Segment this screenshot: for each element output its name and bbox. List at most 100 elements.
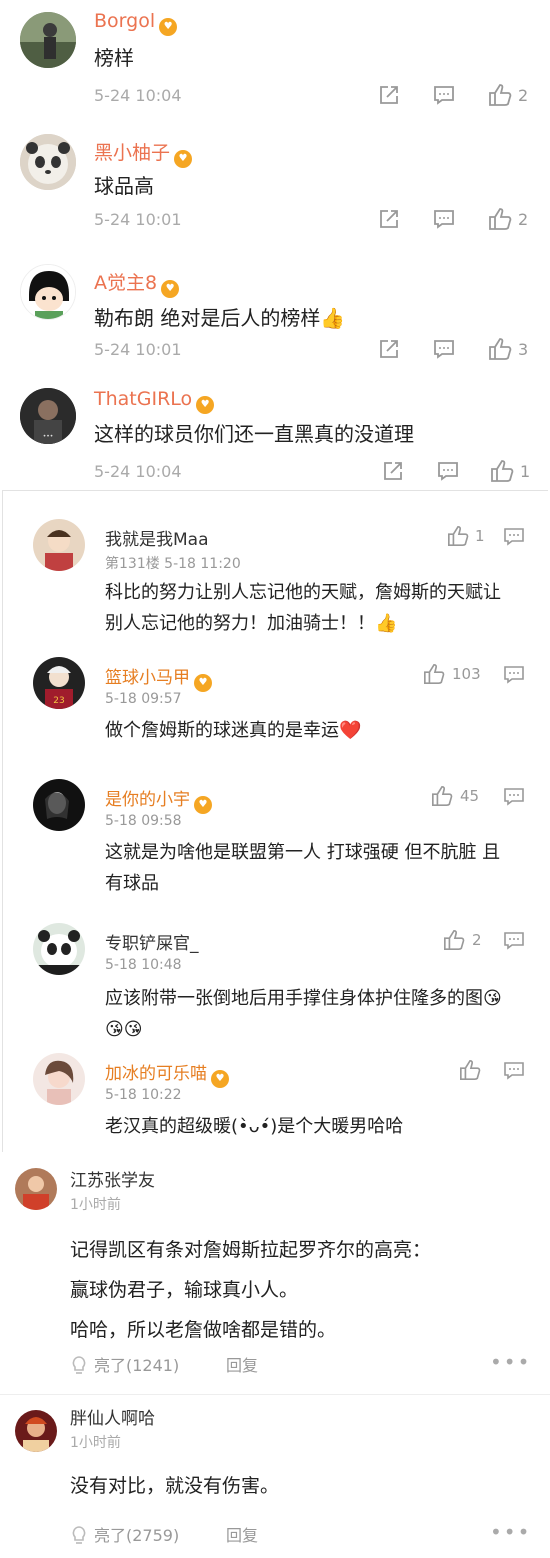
comment-text: 榜样 <box>94 46 134 70</box>
hupu-comment: 胖仙人啊哈 1小时前 没有对比，就没有伤害。 亮了(2759) 回复 ••• <box>0 1398 550 1558</box>
post-time: 1小时前 <box>70 1197 121 1213</box>
weibo-comments-section: Borgol ♥ 榜样 5-24 10:04 2 黑小柚子 ♥ 球品高 5-24 1… <box>0 0 550 490</box>
comment-text: 应该附带一张倒地后用手撑住身体护住隆多的图😘😘😘 <box>105 988 502 1040</box>
avatar[interactable] <box>33 779 85 831</box>
username[interactable]: ThatGIRLo ♥ <box>94 388 215 414</box>
username[interactable]: 胖仙人啊哈 <box>70 1404 155 1429</box>
vip-crown-icon: ♥ <box>159 18 178 36</box>
username[interactable]: 是你的小宇 ♥ <box>105 785 212 814</box>
comment-time: 5-24 10:01 <box>94 210 182 229</box>
svg-text:23: 23 <box>53 696 64 706</box>
comment-time: 5-24 10:04 <box>94 86 182 105</box>
divider <box>0 1394 550 1395</box>
like-icon[interactable] <box>488 207 512 231</box>
share-icon[interactable] <box>378 338 400 360</box>
comment-text: 记得凯区有条对詹姆斯拉起罗齐尔的高亮： 赢球伪君子，输球真小人。 哈哈，所以老詹… <box>70 1230 530 1350</box>
comment-icon[interactable] <box>433 208 455 230</box>
username[interactable]: 江苏张学友 <box>70 1166 155 1191</box>
vip-crown-icon: ♥ <box>196 396 215 414</box>
reply-icon[interactable] <box>503 527 525 547</box>
username[interactable]: Borgol ♥ <box>94 10 178 36</box>
tieba-comment: 是你的小宇 ♥ 5-18 09:58 这就是为啥他是联盟第一人 打球强硬 但不肮脏… <box>3 773 549 923</box>
comment-icon[interactable] <box>433 338 455 360</box>
share-icon[interactable] <box>378 84 400 106</box>
avatar[interactable] <box>15 1168 57 1210</box>
username[interactable]: 加冰的可乐喵 ♥ <box>105 1059 229 1088</box>
like-icon[interactable] <box>488 83 512 107</box>
hupu-comment: 江苏张学友 1小时前 记得凯区有条对詹姆斯拉起罗齐尔的高亮： 赢球伪君子，输球真… <box>0 1152 550 1392</box>
svg-text:•••: ••• <box>43 433 54 440</box>
comment-line: 哈哈，所以老詹做啥都是错的。 <box>70 1319 337 1341</box>
username[interactable]: 黑小柚子 ♥ <box>94 138 193 168</box>
comment-line: 赢球伪君子，输球真小人。 <box>70 1279 299 1301</box>
like-icon[interactable] <box>423 663 445 685</box>
comment-line: 记得凯区有条对詹姆斯拉起罗齐尔的高亮： <box>70 1239 432 1261</box>
tieba-comment: 专职铲屎官_ 5-18 10:48 应该附带一张倒地后用手撑住身体护住隆多的图😘… <box>3 919 549 1047</box>
reply-button[interactable]: 回复 <box>226 1352 258 1376</box>
username[interactable]: 篮球小马甲 ♥ <box>105 663 212 692</box>
like-count: 2 <box>472 931 482 949</box>
avatar[interactable] <box>15 1410 57 1452</box>
weibo-comment: 黑小柚子 ♥ 球品高 5-24 10:01 2 <box>0 122 550 244</box>
weibo-comment: A觉主8 ♥ 勒布朗 绝对是后人的榜样👍 5-24 10:01 3 <box>0 244 550 370</box>
light-button[interactable]: 亮了(1241) <box>70 1352 179 1376</box>
reply-icon[interactable] <box>503 665 525 685</box>
comment-text: 没有对比，就没有伤害。 <box>70 1466 530 1506</box>
avatar[interactable] <box>20 12 76 68</box>
comment-icon[interactable] <box>433 84 455 106</box>
post-time: 1小时前 <box>70 1435 121 1451</box>
avatar[interactable] <box>20 134 76 190</box>
share-icon[interactable] <box>382 460 404 482</box>
like-icon[interactable] <box>490 459 514 483</box>
vip-crown-icon: ♥ <box>211 1070 229 1088</box>
like-icon[interactable] <box>488 337 512 361</box>
comment-icon[interactable] <box>437 460 459 482</box>
post-time: 5-18 10:48 <box>105 957 182 973</box>
comment-line: 没有对比，就没有伤害。 <box>70 1475 280 1497</box>
vip-crown-icon: ♥ <box>161 280 180 298</box>
like-count: 1 <box>475 527 485 545</box>
like-count: 103 <box>452 665 481 683</box>
like-icon[interactable] <box>447 525 469 547</box>
username[interactable]: A觉主8 ♥ <box>94 268 180 298</box>
comment-text: 老汉真的超级暖(•̀ᴗ•́)是个大暖男哈哈 <box>105 1116 404 1137</box>
reply-icon[interactable] <box>503 931 525 951</box>
like-icon[interactable] <box>443 929 465 951</box>
like-count: 2 <box>518 210 529 229</box>
reply-icon[interactable] <box>503 1061 525 1081</box>
vip-crown-icon: ♥ <box>194 796 212 814</box>
vip-crown-icon: ♥ <box>194 674 212 692</box>
post-time: 5-18 09:58 <box>105 813 182 829</box>
avatar[interactable]: ••• <box>20 388 76 444</box>
username[interactable]: 专职铲屎官_ <box>105 929 199 954</box>
like-count: 2 <box>518 86 529 105</box>
lightbulb-icon <box>72 1356 86 1374</box>
comment-text: 这就是为啥他是联盟第一人 打球强硬 但不肮脏 且有球品 <box>105 842 501 894</box>
comment-text: 科比的努力让别人忘记他的天赋，詹姆斯的天赋让别人忘记他的努力！加油骑士！！👍 <box>105 582 501 634</box>
avatar[interactable] <box>20 264 76 320</box>
tieba-comment: 23 篮球小马甲 ♥ 5-18 09:57 做个詹姆斯的球迷真的是幸运❤️ 103 <box>3 651 549 771</box>
tieba-comments-section: 我就是我Maa 第131楼 5-18 11:20 科比的努力让别人忘记他的天赋，… <box>2 490 548 1152</box>
reply-button[interactable]: 回复 <box>226 1522 258 1546</box>
share-icon[interactable] <box>378 208 400 230</box>
avatar[interactable] <box>33 1053 85 1105</box>
post-time: 5-18 09:57 <box>105 691 182 707</box>
avatar[interactable] <box>33 923 85 975</box>
reply-icon[interactable] <box>503 787 525 807</box>
hupu-comments-section: 江苏张学友 1小时前 记得凯区有条对詹姆斯拉起罗齐尔的高亮： 赢球伪君子，输球真… <box>0 1152 550 1558</box>
comment-time: 5-24 10:01 <box>94 340 182 359</box>
avatar[interactable]: 23 <box>33 657 85 709</box>
like-count: 3 <box>518 340 529 359</box>
avatar[interactable] <box>33 519 85 571</box>
more-options-icon[interactable]: ••• <box>490 1520 531 1544</box>
comment-text: 这样的球员你们还一直黑真的没道理 <box>94 422 414 446</box>
comment-text: 勒布朗 绝对是后人的榜样👍 <box>94 306 346 330</box>
light-button[interactable]: 亮了(2759) <box>70 1522 179 1546</box>
username[interactable]: 我就是我Maa <box>105 525 209 550</box>
like-icon[interactable] <box>459 1059 481 1081</box>
tieba-comment: 加冰的可乐喵 ♥ 5-18 10:22 老汉真的超级暖(•̀ᴗ•́)是个大暖男哈哈 <box>3 1051 549 1151</box>
more-options-icon[interactable]: ••• <box>490 1350 531 1374</box>
like-icon[interactable] <box>431 785 453 807</box>
post-time: 5-18 10:22 <box>105 1087 182 1103</box>
tieba-comment: 我就是我Maa 第131楼 5-18 11:20 科比的努力让别人忘记他的天赋，… <box>3 513 549 648</box>
